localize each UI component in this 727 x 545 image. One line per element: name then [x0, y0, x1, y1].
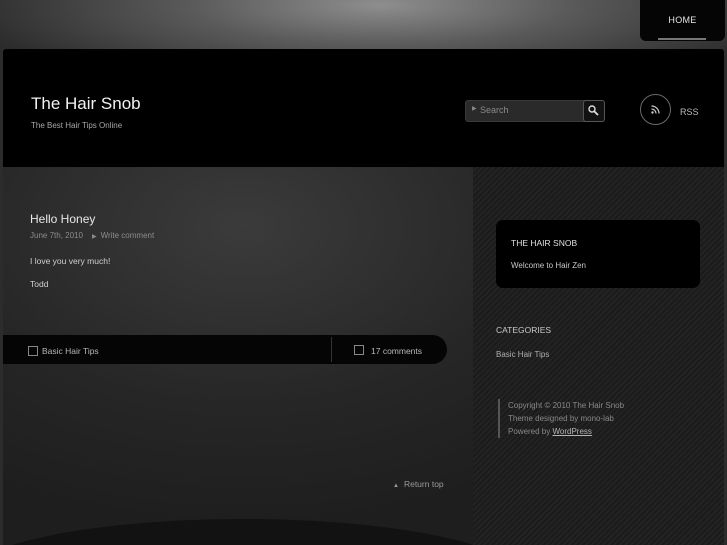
site-title[interactable]: The Hair Snob: [31, 94, 141, 114]
copyright-text: Copyright © 2010 The Hair Snob: [508, 401, 625, 410]
sidebar: THE HAIR SNOB Welcome to Hair Zen CATEGO…: [473, 167, 724, 545]
return-top-label: Return top: [403, 479, 444, 489]
post-paragraph: Todd: [30, 279, 49, 289]
nav-active-underline: [658, 38, 706, 40]
categories-heading: CATEGORIES: [496, 325, 552, 335]
search-arrow-icon: ▶: [472, 106, 477, 112]
powered-by-label: Powered by: [508, 427, 551, 436]
divider: [331, 337, 332, 362]
search-form: ▶: [465, 100, 605, 122]
meta-arrow-icon: ▶: [91, 234, 97, 240]
comment-icon: [354, 345, 364, 355]
post-footer-bar: Basic Hair Tips 17 comments: [3, 335, 447, 364]
post-meta: June 7th, 2010 ▶ Write comment: [30, 231, 154, 240]
site-header: The Hair Snob The Best Hair Tips Online …: [3, 49, 724, 167]
return-top-link[interactable]: ▲ Return top: [393, 479, 444, 489]
wordpress-link[interactable]: WordPress: [552, 427, 591, 436]
page-container: The Hair Snob The Best Hair Tips Online …: [3, 49, 724, 545]
nav-home-link[interactable]: HOME: [640, 15, 725, 25]
powered-by: Powered by WordPress: [508, 425, 624, 438]
widget-text: Welcome to Hair Zen: [511, 261, 586, 270]
comments-link[interactable]: 17 comments: [371, 346, 422, 356]
search-button[interactable]: [583, 100, 605, 122]
rss-label[interactable]: RSS: [680, 107, 699, 117]
main-content: Hello Honey June 7th, 2010 ▶ Write comment…: [3, 167, 523, 545]
post-category-link[interactable]: Basic Hair Tips: [42, 346, 99, 356]
up-arrow-icon: ▲: [393, 483, 399, 489]
post-date: June 7th, 2010: [30, 231, 83, 240]
footer-credits: Copyright © 2010 The Hair Snob Theme des…: [498, 399, 624, 438]
category-icon: [28, 346, 38, 356]
post-title[interactable]: Hello Honey: [30, 212, 95, 226]
widget-title: THE HAIR SNOB: [511, 238, 578, 248]
write-comment-link[interactable]: Write comment: [101, 231, 155, 240]
theme-credit: Theme designed by mono-lab: [508, 414, 614, 423]
site-tagline: The Best Hair Tips Online: [31, 121, 123, 130]
rss-icon: [651, 105, 660, 114]
about-widget: THE HAIR SNOB Welcome to Hair Zen: [496, 220, 700, 288]
search-input[interactable]: [480, 103, 580, 117]
top-nav: HOME: [640, 0, 725, 41]
post-paragraph: I love you very much!: [30, 256, 111, 266]
search-icon: [588, 105, 599, 116]
category-link[interactable]: Basic Hair Tips: [496, 350, 549, 359]
rss-button[interactable]: [640, 94, 671, 125]
